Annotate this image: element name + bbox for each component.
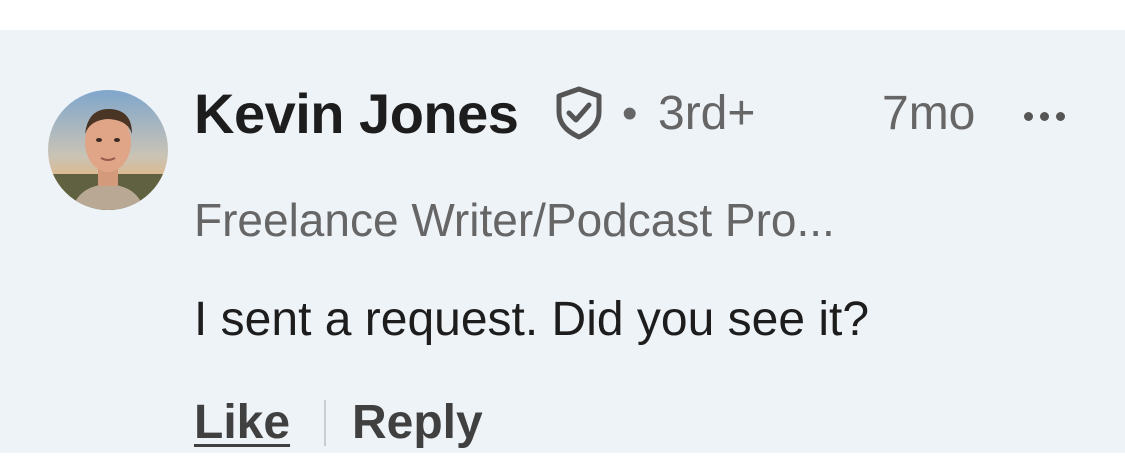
comment-text: I sent a request. Did you see it? — [194, 293, 870, 346]
action-divider — [324, 400, 326, 446]
author-name[interactable]: Kevin Jones — [194, 82, 519, 146]
like-button[interactable]: Like — [194, 390, 290, 456]
comment-timestamp: 7mo — [882, 87, 976, 140]
verified-shield-icon — [554, 86, 604, 140]
ellipsis-dot — [1056, 112, 1065, 121]
comment-card: Kevin Jones • 3rd+ 7mo Freelance Writer/… — [0, 30, 1125, 453]
avatar-photo — [48, 90, 168, 210]
author-headline: Freelance Writer/Podcast Pro... — [194, 194, 835, 246]
author-avatar[interactable] — [48, 90, 168, 210]
connection-degree: 3rd+ — [658, 87, 756, 140]
ellipsis-icon — [1024, 112, 1033, 121]
ellipsis-dot — [1040, 112, 1049, 121]
reply-button[interactable]: Reply — [352, 390, 483, 456]
more-options-button[interactable] — [1020, 100, 1076, 130]
separator-dot: • — [622, 89, 638, 138]
